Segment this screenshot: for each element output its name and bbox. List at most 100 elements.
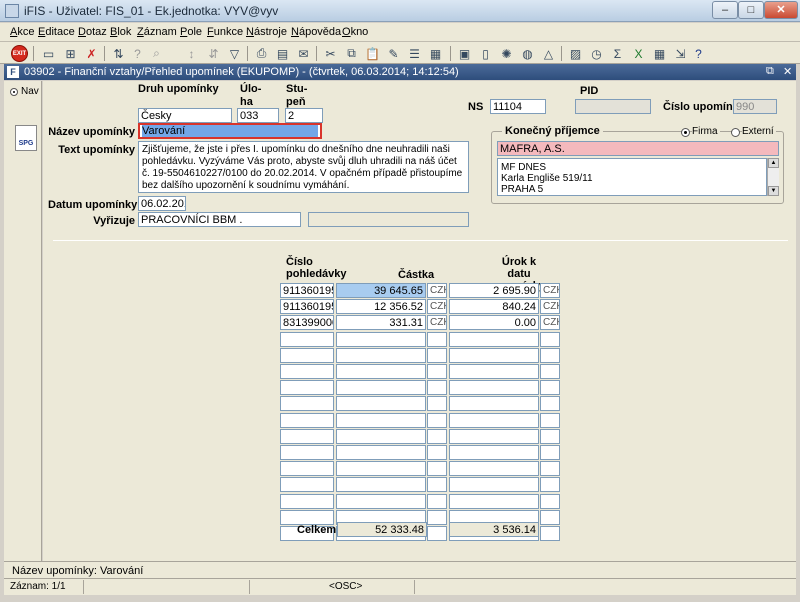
filter-icon[interactable]: ▽ <box>226 45 243 62</box>
menu-dotaz[interactable]: Dotaz <box>78 26 107 38</box>
text-field[interactable]: Zjišťujeme, že jste i přes I. upomínku d… <box>138 141 469 193</box>
close-button[interactable]: ✕ <box>764 1 798 19</box>
table-cell-castka[interactable]: 39 645.65 <box>336 283 426 298</box>
table-cell-mena2[interactable] <box>540 347 560 363</box>
spg-icon[interactable]: SPG <box>15 125 37 151</box>
menu-funkce[interactable]: Funkce <box>207 26 243 38</box>
table-cell-mena[interactable] <box>427 364 447 379</box>
globe-icon[interactable]: ◍ <box>519 45 536 62</box>
table-cell-cislo[interactable]: 8313990007 <box>280 315 334 331</box>
table-cell-mena2[interactable] <box>540 509 560 525</box>
table-cell-urok[interactable]: 0.00 <box>449 315 539 331</box>
table-cell-castka[interactable] <box>336 493 426 509</box>
table-cell-castka[interactable] <box>336 477 426 493</box>
table-cell-mena[interactable] <box>427 380 447 396</box>
settings-icon[interactable]: ✺ <box>498 45 515 62</box>
report-icon[interactable]: ▨ <box>567 45 584 62</box>
exit-icon[interactable]: EXIT <box>11 45 28 62</box>
table-cell-mena2[interactable]: CZK <box>540 315 560 331</box>
table-cell-urok[interactable] <box>449 412 539 428</box>
stupen-field[interactable]: 2 <box>285 108 323 123</box>
edit-icon[interactable]: ✎ <box>385 45 402 62</box>
table-cell-urok[interactable] <box>449 428 539 444</box>
table-cell-mena[interactable] <box>427 428 447 444</box>
form-restore-button[interactable]: ⧉ <box>766 65 774 78</box>
menu-nastroje[interactable]: Nástroje <box>246 26 287 38</box>
table-cell-mena2[interactable] <box>540 364 560 379</box>
table-cell-castka[interactable] <box>336 428 426 444</box>
menu-pole[interactable]: Pole <box>180 26 202 38</box>
calculator-icon[interactable]: ▦ <box>651 45 668 62</box>
celkem-castka-field[interactable]: 52 333.48 <box>337 522 427 537</box>
mail-icon[interactable]: ✉ <box>295 45 312 62</box>
scroll-down-icon[interactable]: ▼ <box>768 186 779 196</box>
table-cell-cislo[interactable] <box>280 428 334 444</box>
minimize-button[interactable]: – <box>712 1 738 19</box>
nazev-field[interactable]: Varování <box>138 123 322 139</box>
ns-field[interactable]: 11104 <box>490 99 546 114</box>
table-cell-urok[interactable] <box>449 445 539 460</box>
insert-record-icon[interactable]: ⊞ <box>62 45 79 62</box>
table-cell-mena2[interactable] <box>540 412 560 428</box>
table-cell-mena[interactable] <box>427 493 447 509</box>
table-cell-mena[interactable] <box>427 347 447 363</box>
table-cell-mena2[interactable] <box>540 526 560 541</box>
sort-desc-icon[interactable]: ⇵ <box>205 45 222 62</box>
table-cell-mena[interactable] <box>427 509 447 525</box>
table-cell-cislo[interactable] <box>280 364 334 379</box>
table-cell-mena2[interactable] <box>540 477 560 493</box>
table-cell-cislo[interactable] <box>280 493 334 509</box>
table-cell-mena[interactable] <box>427 396 447 412</box>
detail-icon[interactable]: ▦ <box>427 45 444 62</box>
table-cell-urok[interactable] <box>449 477 539 493</box>
druh-field[interactable]: Česky <box>138 108 232 123</box>
table-cell-cislo[interactable] <box>280 412 334 428</box>
table-cell-mena[interactable]: CZK <box>427 299 447 315</box>
sum-icon[interactable]: Σ <box>609 45 626 62</box>
table-cell-urok[interactable]: 2 695.90 <box>449 283 539 298</box>
table-cell-castka[interactable] <box>336 364 426 379</box>
calendar-icon[interactable]: ◷ <box>588 45 605 62</box>
table-cell-cislo[interactable] <box>280 445 334 460</box>
table-cell-mena2[interactable] <box>540 461 560 477</box>
uloha-field[interactable]: 033 <box>237 108 279 123</box>
table-cell-mena2[interactable]: CZK <box>540 299 560 315</box>
table-cell-castka[interactable] <box>336 347 426 363</box>
table-cell-mena2[interactable] <box>540 445 560 460</box>
table-cell-mena[interactable] <box>427 331 447 347</box>
save-icon[interactable]: ▭ <box>40 45 57 62</box>
table-cell-mena2[interactable]: CZK <box>540 283 560 298</box>
nav-radio[interactable] <box>10 88 18 96</box>
copy-icon[interactable]: ⧉ <box>343 45 360 62</box>
firma-radio[interactable] <box>681 128 690 137</box>
table-cell-castka[interactable]: 12 356.52 <box>336 299 426 315</box>
externi-radio[interactable] <box>731 128 740 137</box>
delete-record-icon[interactable]: ✗ <box>83 45 100 62</box>
table-cell-mena[interactable]: CZK <box>427 283 447 298</box>
maximize-button[interactable]: □ <box>738 1 764 19</box>
table-cell-mena[interactable] <box>427 477 447 493</box>
table-cell-castka[interactable] <box>336 461 426 477</box>
cislo-upominky-field[interactable]: 990 <box>733 99 777 114</box>
excel-icon[interactable]: X <box>630 45 647 62</box>
menu-editace[interactable]: Editace <box>38 26 75 38</box>
print-icon[interactable]: ⎙ <box>253 45 270 62</box>
table-cell-cislo[interactable] <box>280 396 334 412</box>
table-cell-mena[interactable]: CZK <box>427 315 447 331</box>
table-cell-mena[interactable] <box>427 445 447 460</box>
menu-okno[interactable]: Okno <box>342 26 368 38</box>
table-cell-urok[interactable] <box>449 493 539 509</box>
prijemce-name-field[interactable]: MAFRA, A.S. <box>497 141 779 156</box>
table-cell-mena2[interactable] <box>540 331 560 347</box>
vyrizuje-extra-field[interactable] <box>308 212 469 227</box>
print-preview-icon[interactable]: ▤ <box>274 45 291 62</box>
table-cell-urok[interactable] <box>449 347 539 363</box>
list-icon[interactable]: ☰ <box>406 45 423 62</box>
table-cell-urok[interactable] <box>449 461 539 477</box>
table-cell-mena2[interactable] <box>540 380 560 396</box>
menu-napoveda[interactable]: Nápověda <box>291 26 341 38</box>
table-cell-castka[interactable] <box>336 331 426 347</box>
table-cell-urok[interactable] <box>449 396 539 412</box>
table-cell-urok[interactable] <box>449 364 539 379</box>
table-cell-castka[interactable] <box>336 396 426 412</box>
